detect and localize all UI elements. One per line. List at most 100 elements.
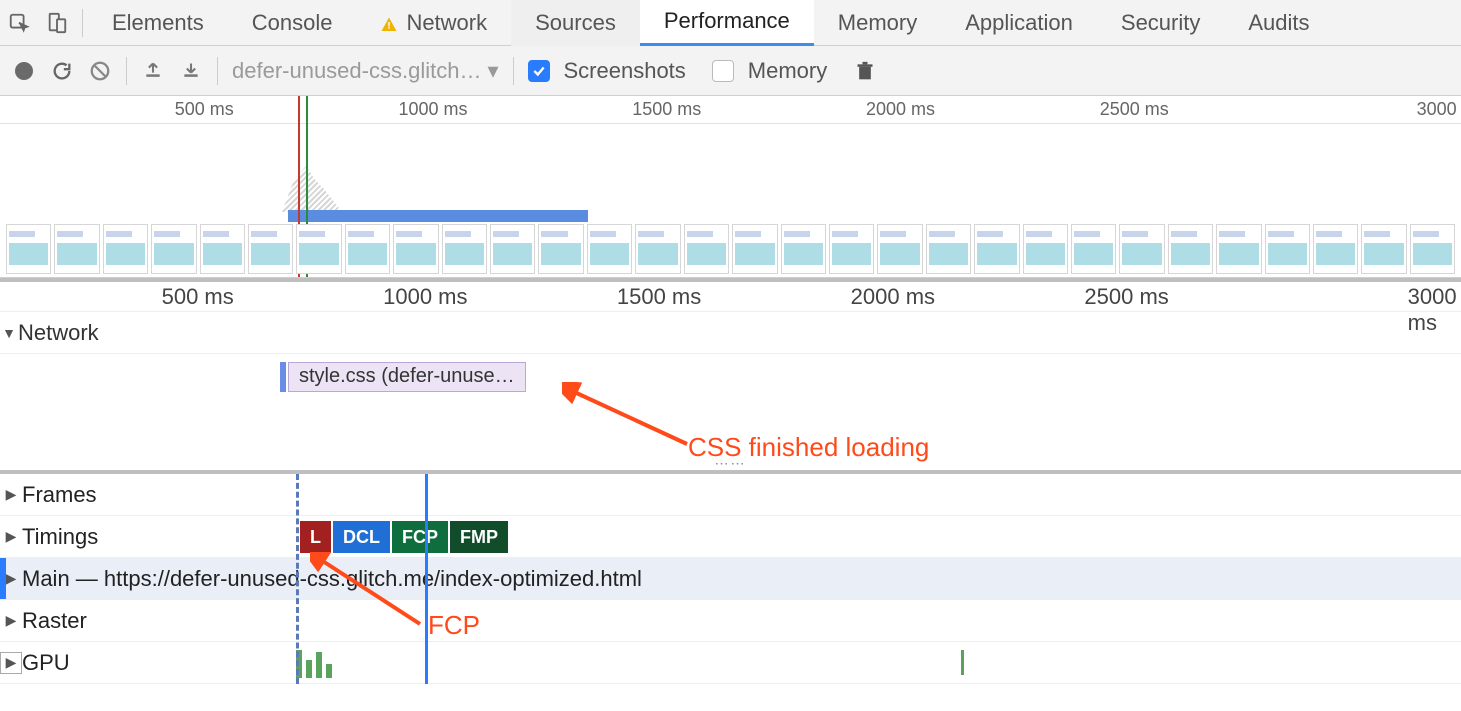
network-track-body[interactable]: style.css (defer-unuse… ⋯⋯ — [0, 354, 1461, 474]
filmstrip-frame[interactable] — [1216, 224, 1261, 274]
ruler-tick: 500 ms — [162, 284, 234, 310]
ruler-tick: 1000 ms — [398, 99, 467, 120]
warn-icon — [380, 14, 398, 32]
timing-badge-dcl[interactable]: DCL — [333, 521, 392, 553]
inspect-icon[interactable] — [0, 0, 38, 46]
memory-checkbox[interactable] — [712, 60, 734, 82]
detail-ruler: 500 ms 1000 ms 1500 ms 2000 ms 2500 ms 3… — [0, 282, 1461, 312]
tab-label: Network — [406, 10, 487, 36]
gpu-activity — [961, 650, 964, 675]
tab-performance[interactable]: Performance — [640, 0, 814, 46]
filmstrip-frame[interactable] — [151, 224, 196, 274]
tab-application[interactable]: Application — [941, 0, 1097, 46]
gpu-track[interactable]: ▶ GPU — [0, 642, 1461, 684]
expand-icon: ▶ — [0, 486, 22, 503]
filmstrip-frame[interactable] — [587, 224, 632, 274]
filmstrip-frame[interactable] — [974, 224, 1019, 274]
network-request[interactable]: style.css (defer-unuse… — [288, 362, 526, 392]
perf-toolbar: defer-unused-css.glitch… ▾ Screenshots M… — [0, 46, 1461, 96]
ruler-tick: 1000 ms — [383, 284, 467, 310]
expand-icon: ▶ — [0, 652, 22, 674]
memory-label: Memory — [748, 58, 827, 84]
tab-label: Memory — [838, 10, 917, 36]
tab-elements[interactable]: Elements — [88, 0, 228, 46]
tab-label: Sources — [535, 10, 616, 36]
filmstrip-frame[interactable] — [248, 224, 293, 274]
filmstrip-frame[interactable] — [781, 224, 826, 274]
divider — [126, 57, 127, 85]
network-track-header[interactable]: ▼ Network — [0, 312, 1461, 354]
network-track-label: Network — [18, 320, 99, 346]
ruler-tick: 1500 ms — [617, 284, 701, 310]
collapse-icon: ▼ — [0, 325, 18, 341]
filmstrip-frame[interactable] — [635, 224, 680, 274]
ruler-tick: 2500 ms — [1084, 284, 1168, 310]
device-icon[interactable] — [38, 0, 76, 46]
frames-track[interactable]: ▶ Frames — [0, 474, 1461, 516]
filmstrip-frame[interactable] — [54, 224, 99, 274]
filmstrip-frame[interactable] — [538, 224, 583, 274]
filmstrip-frame[interactable] — [732, 224, 777, 274]
filmstrip-frame[interactable] — [1119, 224, 1164, 274]
detail-panel: 500 ms 1000 ms 1500 ms 2000 ms 2500 ms 3… — [0, 278, 1461, 474]
filmstrip-frame[interactable] — [296, 224, 341, 274]
raster-track[interactable]: ▶ Raster — [0, 600, 1461, 642]
ruler-tick: 2500 ms — [1100, 99, 1169, 120]
gpu-activity — [296, 648, 332, 678]
filmstrip-frame[interactable] — [393, 224, 438, 274]
tab-network[interactable]: Network — [356, 0, 511, 46]
filmstrip-frame[interactable] — [684, 224, 729, 274]
timings-track[interactable]: ▶ Timings L DCL FCP FMP — [0, 516, 1461, 558]
filmstrip-frame[interactable] — [1071, 224, 1116, 274]
network-request-label: style.css (defer-unuse… — [299, 365, 515, 387]
garbage-collect-button[interactable] — [853, 59, 877, 83]
tab-audits[interactable]: Audits — [1224, 0, 1333, 46]
filmstrip-frame[interactable] — [1410, 224, 1455, 274]
record-button[interactable] — [12, 59, 36, 83]
filmstrip-frame[interactable] — [1361, 224, 1406, 274]
screenshots-checkbox[interactable] — [528, 60, 550, 82]
tab-label: Console — [252, 10, 333, 36]
raster-label: Raster — [22, 608, 87, 634]
timing-badge-load[interactable]: L — [300, 521, 333, 553]
ruler-tick: 2000 ms — [851, 284, 935, 310]
save-profile-button[interactable] — [179, 59, 203, 83]
filmstrip-frame[interactable] — [877, 224, 922, 274]
tab-console[interactable]: Console — [228, 0, 357, 46]
filmstrip-frame[interactable] — [6, 224, 51, 274]
tab-label: Elements — [112, 10, 204, 36]
filmstrip-frame[interactable] — [345, 224, 390, 274]
clear-button[interactable] — [88, 59, 112, 83]
tab-label: Security — [1121, 10, 1200, 36]
main-track[interactable]: ▶ Main — https://defer-unused-css.glitch… — [0, 558, 1461, 600]
filmstrip-frame[interactable] — [1168, 224, 1213, 274]
timings-label: Timings — [22, 524, 98, 550]
filmstrip-frame[interactable] — [1313, 224, 1358, 274]
filmstrip-frame[interactable] — [442, 224, 487, 274]
load-profile-button[interactable] — [141, 59, 165, 83]
filmstrip-frame[interactable] — [490, 224, 535, 274]
filmstrip-frame[interactable] — [200, 224, 245, 274]
timing-badge-fcp[interactable]: FCP — [392, 521, 450, 553]
cpu-spike — [282, 166, 342, 212]
tab-memory[interactable]: Memory — [814, 0, 941, 46]
range-start-marker — [296, 474, 299, 684]
filmstrip-frame[interactable] — [1265, 224, 1310, 274]
playhead-marker[interactable] — [425, 474, 428, 684]
tab-sources[interactable]: Sources — [511, 0, 640, 46]
main-track-indicator — [0, 558, 6, 599]
tab-security[interactable]: Security — [1097, 0, 1224, 46]
overview-timeline[interactable]: 500 ms 1000 ms 1500 ms 2000 ms 2500 ms 3… — [0, 96, 1461, 278]
frames-label: Frames — [22, 482, 97, 508]
resize-handle-icon[interactable]: ⋯⋯ — [715, 455, 747, 472]
filmstrip-frame[interactable] — [926, 224, 971, 274]
recording-select[interactable]: defer-unused-css.glitch… ▾ — [232, 58, 499, 84]
network-request-queue — [280, 362, 286, 392]
selection-bar[interactable] — [288, 210, 588, 222]
filmstrip-frame[interactable] — [1023, 224, 1068, 274]
reload-button[interactable] — [50, 59, 74, 83]
timing-badge-fmp[interactable]: FMP — [450, 521, 510, 553]
screenshots-label: Screenshots — [564, 58, 686, 84]
filmstrip-frame[interactable] — [829, 224, 874, 274]
filmstrip-frame[interactable] — [103, 224, 148, 274]
